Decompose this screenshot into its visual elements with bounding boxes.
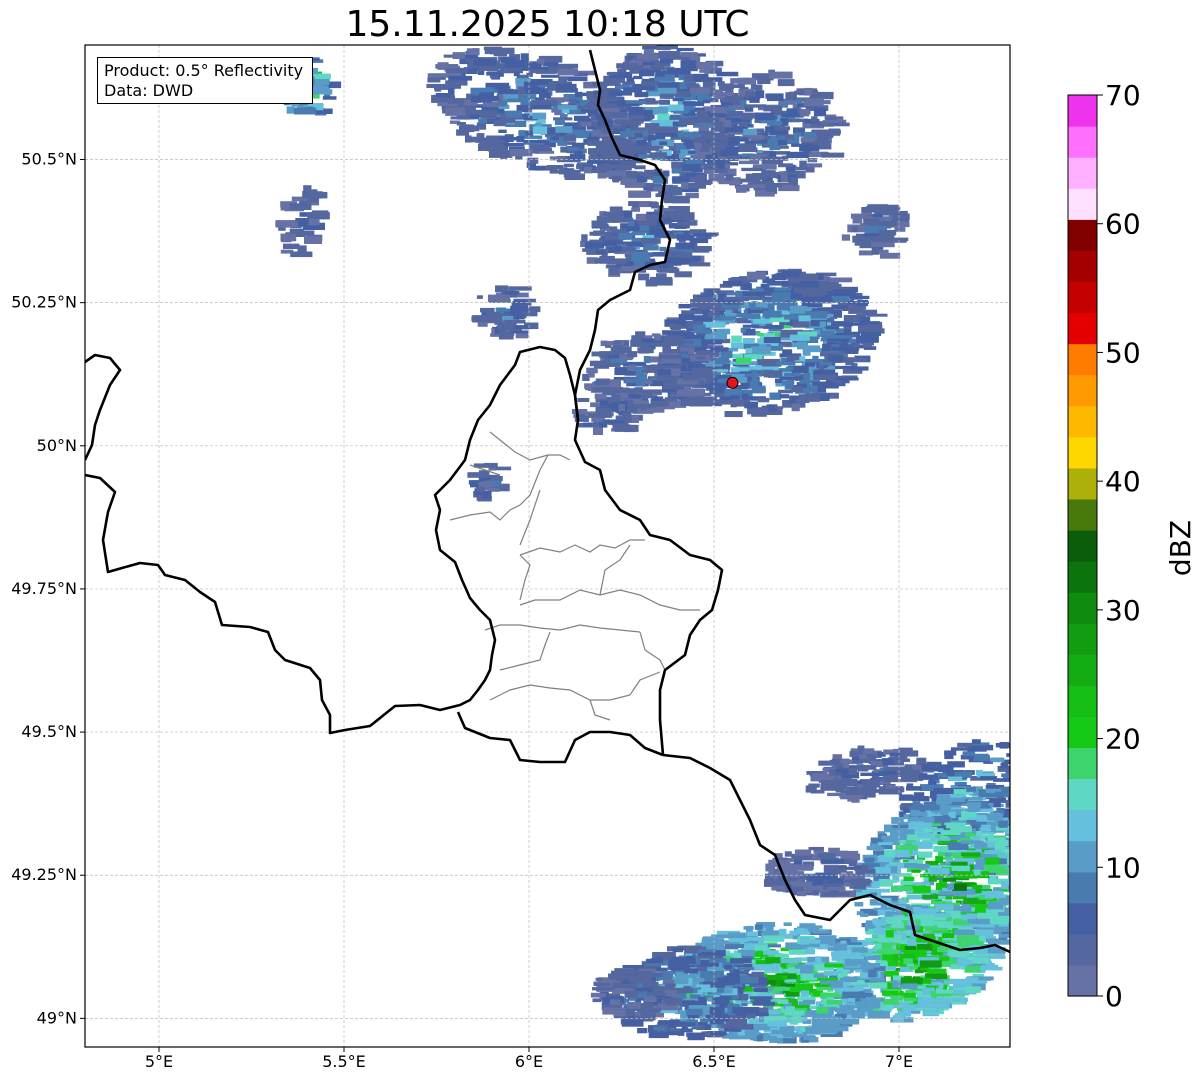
colorbar-block [1068, 654, 1097, 686]
colorbar-block [1068, 840, 1097, 873]
colorbar-tick-label: 70 [1105, 79, 1141, 112]
colorbar-tick-label: 50 [1105, 336, 1141, 369]
colorbar-block [1068, 436, 1097, 469]
colorbar-block [1068, 933, 1097, 966]
colorbar-tick-label: 40 [1105, 465, 1141, 498]
colorbar-tick-label: 30 [1105, 594, 1141, 627]
colorbar-blocks [1068, 95, 1097, 997]
colorbar-tick-label: 10 [1105, 851, 1141, 884]
colorbar-block [1068, 871, 1097, 904]
colorbar-tick-label: 0 [1105, 980, 1123, 1013]
colorbar-block [1068, 716, 1097, 749]
colorbar-tick-label: 60 [1105, 208, 1141, 241]
colorbar-block [1068, 529, 1097, 562]
colorbar-block [1068, 405, 1097, 438]
colorbar-ticks: 0 10 20 30 40 50 60 70 [1097, 79, 1141, 1013]
colorbar-block [1068, 157, 1097, 189]
colorbar-block [1068, 467, 1097, 500]
colorbar-tick-label: 20 [1105, 723, 1141, 756]
colorbar-block [1068, 778, 1097, 811]
colorbar-block [1068, 685, 1097, 717]
colorbar-block [1068, 964, 1097, 997]
colorbar-block [1068, 281, 1097, 314]
colorbar-block [1068, 374, 1097, 407]
colorbar-block [1068, 809, 1097, 842]
colorbar-block [1068, 95, 1097, 127]
colorbar-label: dBZ [1164, 520, 1197, 576]
colorbar-block [1068, 623, 1097, 655]
colorbar-block [1068, 126, 1097, 158]
colorbar-block [1068, 250, 1097, 283]
colorbar-block [1068, 902, 1097, 935]
colorbar-block [1068, 498, 1097, 531]
colorbar-block [1068, 747, 1097, 780]
colorbar-block [1068, 343, 1097, 376]
colorbar-block [1068, 219, 1097, 251]
colorbar-block [1068, 188, 1097, 220]
colorbar: 0 10 20 30 40 50 60 70 dBZ [1067, 79, 1197, 1013]
colorbar-block [1068, 312, 1097, 345]
colorbar-block [1068, 561, 1097, 593]
colorbar-block [1068, 592, 1097, 624]
